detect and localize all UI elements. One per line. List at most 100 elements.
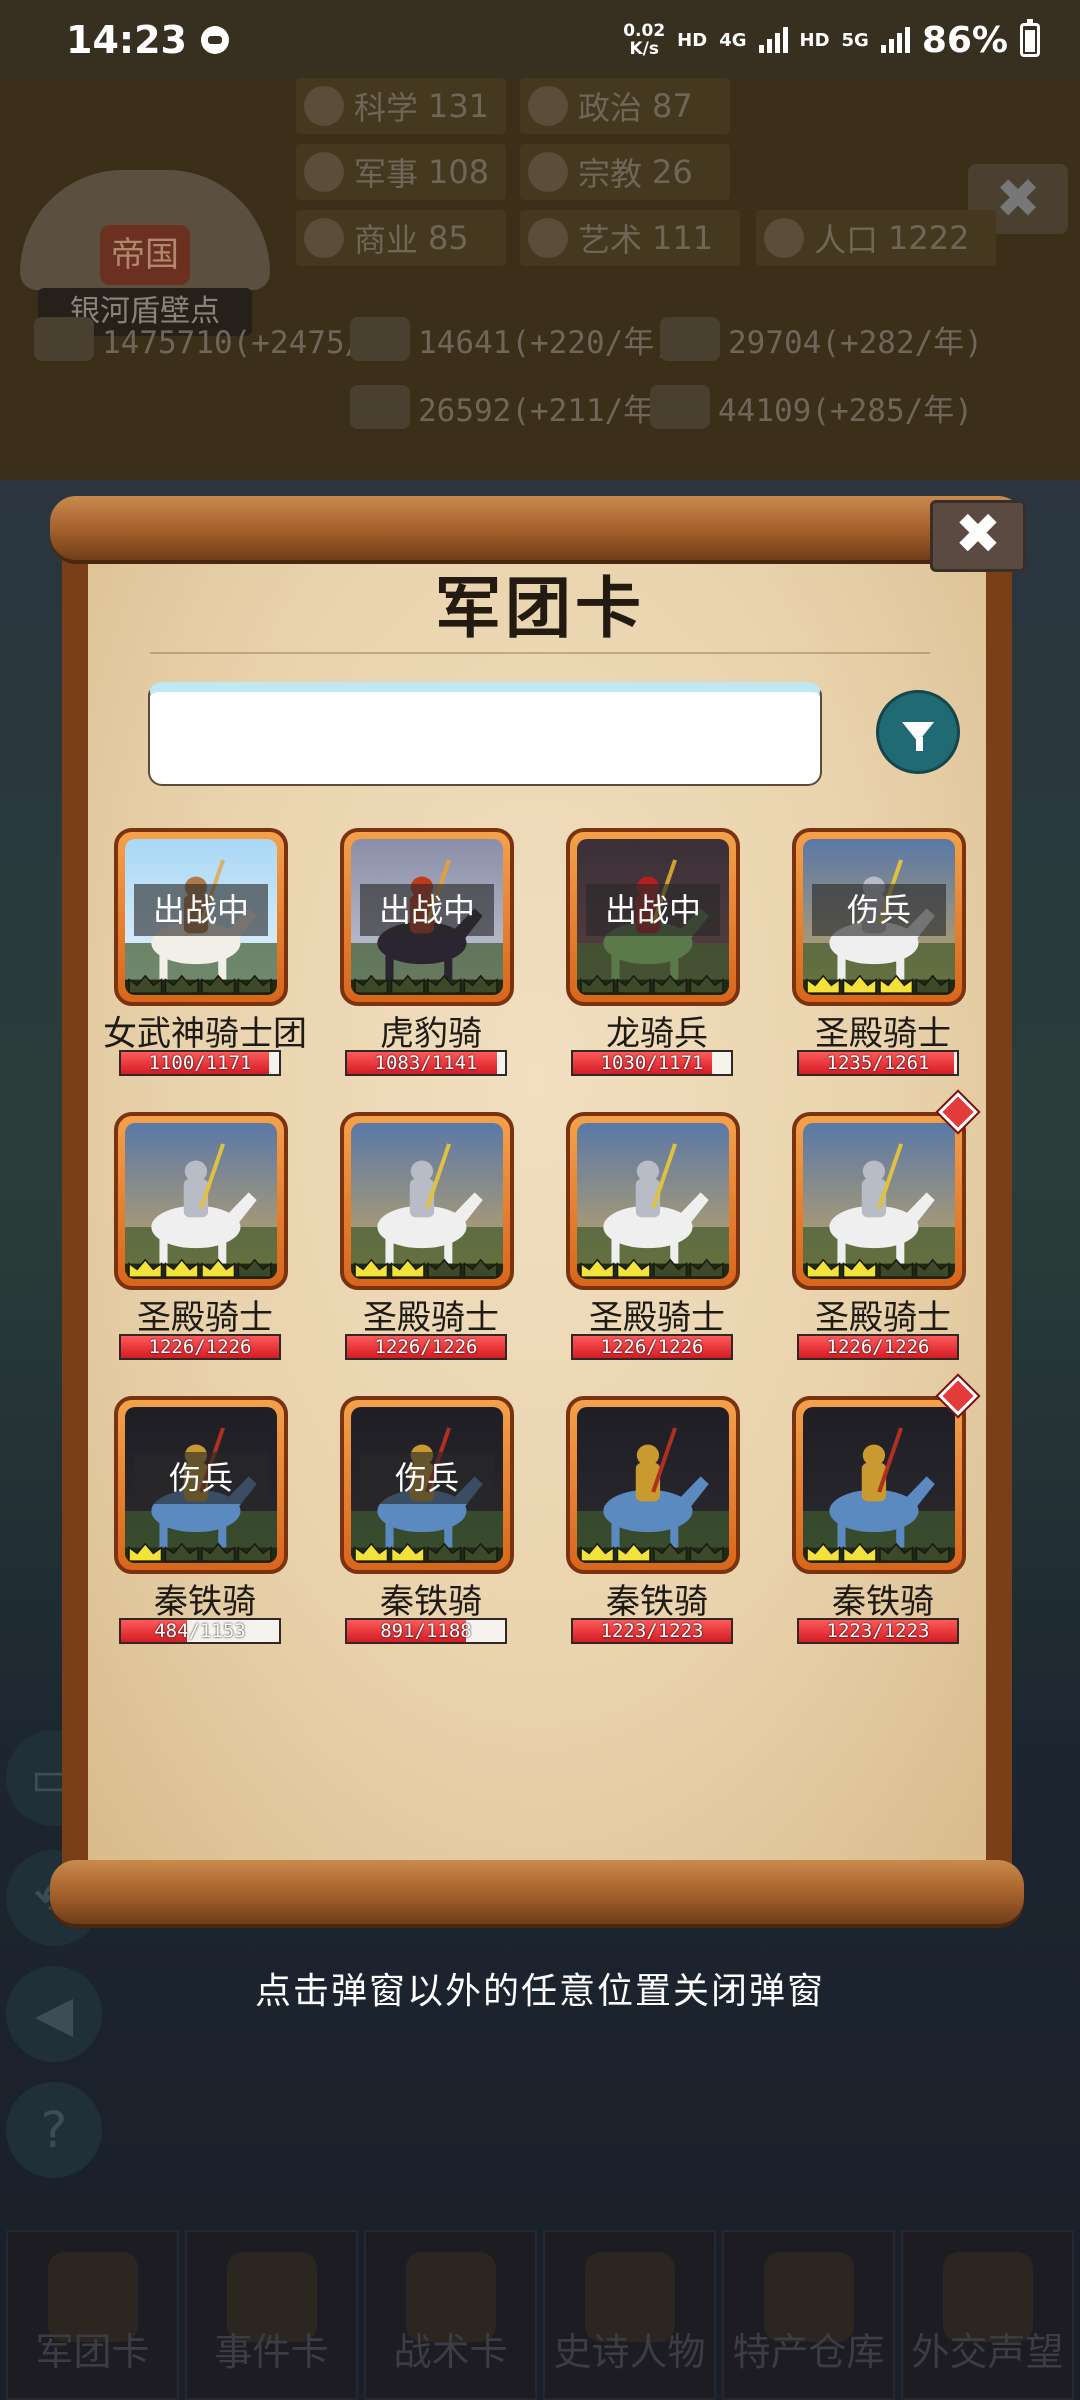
card-name: 圣殿骑士 <box>137 1298 273 1338</box>
card-frame[interactable]: 伤兵 <box>340 1396 514 1574</box>
status-overlay: 伤兵 <box>360 1452 494 1504</box>
card-frame[interactable] <box>114 1112 288 1290</box>
game-controller-icon <box>200 26 229 54</box>
population-icon <box>764 218 804 258</box>
card-name: 圣殿骑士 <box>815 1298 951 1338</box>
hp-text: 1223/1223 <box>826 1620 930 1642</box>
stat-population: 人口 1222 <box>756 210 996 266</box>
nav-diplomacy[interactable]: 外交声望 <box>901 2230 1074 2400</box>
card-frame[interactable]: 伤兵 <box>792 828 966 1006</box>
filter-button[interactable] <box>876 690 960 774</box>
stat-military: 军事 108 <box>296 144 506 200</box>
card-frame[interactable]: 出战中 <box>566 828 740 1006</box>
legion-card[interactable]: 圣殿骑士 1226/1226 <box>770 1092 996 1360</box>
stat-art: 艺术 111 <box>520 210 740 266</box>
card-frame[interactable] <box>792 1112 966 1290</box>
hp-text: 1226/1226 <box>148 1336 252 1358</box>
signal-icon-2 <box>880 27 910 53</box>
legion-card[interactable]: 伤兵圣殿骑士 1235/1261 <box>770 828 996 1076</box>
religion-icon <box>528 152 568 192</box>
hp-bar: 891/1188 <box>345 1618 507 1644</box>
nav-legion-cards[interactable]: 军团卡 <box>6 2230 179 2400</box>
hp-text: 1100/1171 <box>148 1052 252 1074</box>
card-name: 秦铁骑 <box>380 1582 482 1622</box>
legion-card[interactable]: 出战中女武神骑士团 1100/1171 <box>92 828 318 1076</box>
status-bar: 14:23 0.02 K/s HD 4G HD 5G 86% <box>0 0 1080 80</box>
stat-science: 科学 131 <box>296 78 506 134</box>
search-input[interactable] <box>148 682 822 786</box>
nav-tactic-cards[interactable]: 战术卡 <box>364 2230 537 2400</box>
legion-card[interactable]: 秦铁骑 1223/1223 <box>770 1376 996 1644</box>
card-frame[interactable] <box>566 1112 740 1290</box>
hp-text: 1083/1141 <box>374 1052 478 1074</box>
hp-text: 484/1153 <box>154 1620 246 1642</box>
card-name: 虎豹骑 <box>380 1014 482 1054</box>
network-type-label-2: 5G <box>841 29 869 51</box>
battery-percent: 86% <box>921 19 1008 61</box>
legion-card[interactable]: 圣殿骑士 1226/1226 <box>544 1112 770 1360</box>
card-frame[interactable]: 出战中 <box>340 828 514 1006</box>
network-speed: 0.02 K/s <box>623 21 666 59</box>
card-frame[interactable]: 出战中 <box>114 828 288 1006</box>
legion-card[interactable]: 伤兵秦铁骑 484/1153 <box>92 1396 318 1644</box>
card-frame[interactable] <box>340 1112 514 1290</box>
help-icon: ? <box>40 2101 68 2159</box>
card-name: 圣殿骑士 <box>815 1014 951 1054</box>
unit-portrait <box>577 1407 729 1563</box>
scroll-bottom-roll <box>50 1860 1024 1924</box>
card-name: 秦铁骑 <box>154 1582 256 1622</box>
status-overlay: 伤兵 <box>812 884 946 936</box>
gold-icon <box>34 317 94 361</box>
resource-iron: 29704(+282/年) <box>660 312 983 366</box>
card-frame[interactable] <box>566 1396 740 1574</box>
signal-icon <box>758 27 788 53</box>
stat-politics: 政治 87 <box>520 78 730 134</box>
nav-epic-figures[interactable]: 史诗人物 <box>543 2230 716 2400</box>
status-icons: 0.02 K/s HD 4G HD 5G 86% <box>623 19 1040 61</box>
resource-wood: 14641(+220/年) <box>350 312 673 366</box>
legion-card[interactable]: 出战中虎豹骑 1083/1141 <box>318 828 544 1076</box>
hp-text: 1030/1171 <box>600 1052 704 1074</box>
food-icon <box>650 385 710 429</box>
nav-specialty-warehouse[interactable]: 特产仓库 <box>722 2230 895 2400</box>
emblem-title: 帝国 <box>100 225 190 285</box>
legion-card[interactable]: 圣殿骑士 1226/1226 <box>92 1112 318 1360</box>
hp-bar: 1235/1261 <box>797 1050 959 1076</box>
hp-bar: 484/1153 <box>119 1618 281 1644</box>
hp-bar: 1100/1171 <box>119 1050 281 1076</box>
hp-bar: 1226/1226 <box>345 1334 507 1360</box>
status-overlay: 出战中 <box>586 884 720 936</box>
side-help-button[interactable]: ? <box>6 2082 102 2178</box>
hd-label: HD <box>677 29 708 51</box>
status-overlay: 伤兵 <box>134 1452 268 1504</box>
nav-event-cards[interactable]: 事件卡 <box>185 2230 358 2400</box>
card-name: 女武神骑士团 <box>103 1014 307 1054</box>
network-type-label: 4G <box>719 29 747 51</box>
military-icon <box>304 152 344 192</box>
art-icon <box>528 218 568 258</box>
science-icon <box>304 86 344 126</box>
legion-card[interactable]: 出战中 龙骑兵 1030/1171 <box>544 828 770 1076</box>
wood-icon <box>350 317 410 361</box>
clock: 14:23 <box>66 18 187 62</box>
card-frame[interactable]: 伤兵 <box>114 1396 288 1574</box>
hp-bar: 1030/1171 <box>571 1050 733 1076</box>
hp-bar: 1223/1223 <box>571 1618 733 1644</box>
legion-card-grid: 出战中 女武神骑士团 1100/1171 出战中 虎豹骑 1083/1141 出战中 龙骑… <box>92 828 992 1644</box>
hp-text: 1223/1223 <box>600 1620 704 1642</box>
modal-close-button[interactable]: ✖ <box>930 500 1026 572</box>
stat-religion: 宗教 26 <box>520 144 730 200</box>
hd-label-2: HD <box>799 29 830 51</box>
hp-bar: 1223/1223 <box>797 1618 959 1644</box>
hp-text: 1226/1226 <box>374 1336 478 1358</box>
stat-commerce: 商业 85 <box>296 210 506 266</box>
legion-card[interactable]: 圣殿骑士 1226/1226 <box>318 1112 544 1360</box>
status-overlay: 出战中 <box>134 884 268 936</box>
legion-card[interactable]: 伤兵秦铁骑 891/1188 <box>318 1396 544 1644</box>
card-frame[interactable] <box>792 1396 966 1574</box>
battery-icon <box>1020 19 1040 57</box>
scroll-top-roll <box>50 496 1024 560</box>
hp-text: 1226/1226 <box>826 1336 930 1358</box>
legion-card[interactable]: 秦铁骑 1223/1223 <box>544 1396 770 1644</box>
card-name: 圣殿骑士 <box>363 1298 499 1338</box>
